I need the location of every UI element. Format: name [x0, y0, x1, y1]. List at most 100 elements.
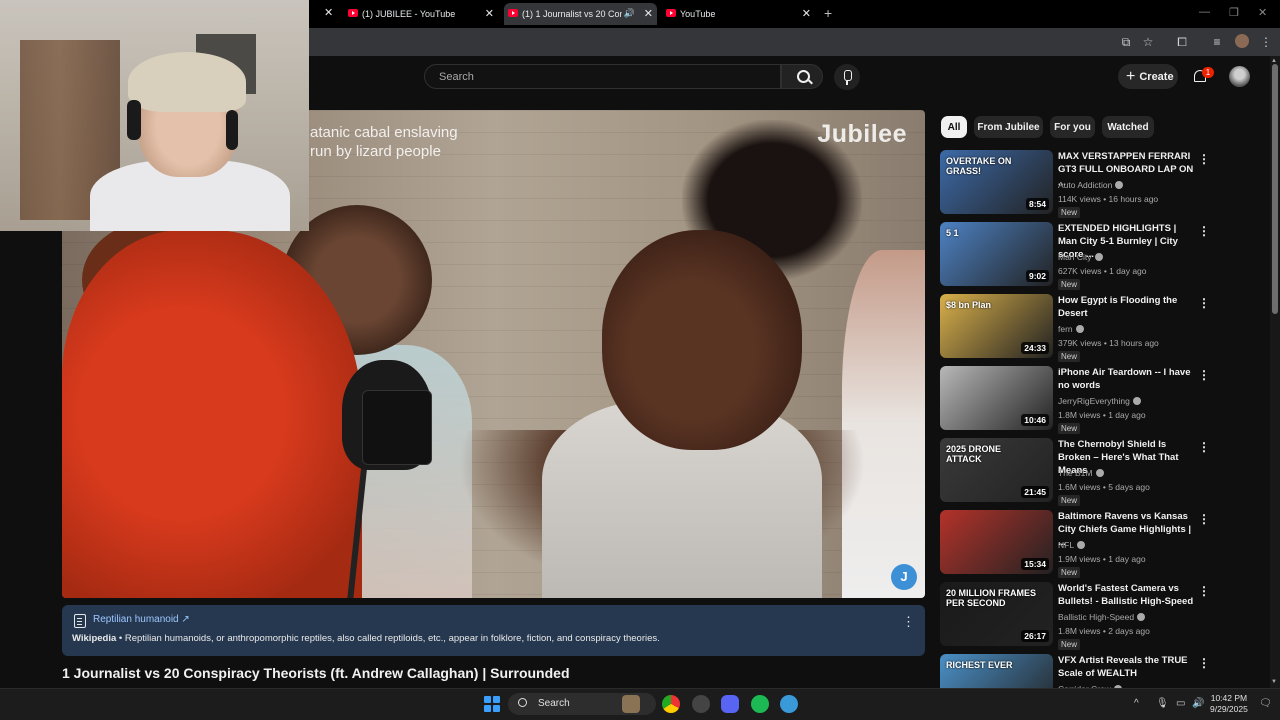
microphone-icon[interactable]: 🎙 — [1156, 698, 1169, 709]
audio-playing-icon[interactable]: 🔊 — [624, 8, 635, 19]
channel-name[interactable]: Man City — [1058, 252, 1103, 262]
more-options-icon[interactable]: ⋮ — [902, 614, 915, 630]
video-thumbnail[interactable]: 15:34 — [940, 510, 1053, 574]
video-thumbnail[interactable]: 10:46 — [940, 366, 1053, 430]
channel-name[interactable]: Auto Addiction — [1058, 180, 1124, 190]
caption-line: atanic cabal enslaving — [310, 124, 458, 141]
recommendation-item[interactable]: 5 1 9:02 EXTENDED HIGHLIGHTS | Man City … — [940, 222, 1210, 290]
scroll-up-icon[interactable]: ▲ — [1271, 58, 1277, 64]
video-thumbnail[interactable]: OVERTAKE ON GRASS! 8:54 — [940, 150, 1053, 214]
youtube-favicon-icon — [348, 9, 358, 17]
chip-from-jubilee[interactable]: From Jubilee — [974, 116, 1043, 138]
more-options-icon[interactable]: ⋮ — [1198, 152, 1210, 166]
close-tab-icon[interactable]: ✕ — [485, 7, 494, 20]
bookmark-star-icon[interactable]: ☆ — [1141, 35, 1155, 49]
channel-logo-icon[interactable]: J — [891, 564, 917, 590]
recommendation-item[interactable]: OVERTAKE ON GRASS! 8:54 MAX VERSTAPPEN F… — [940, 150, 1210, 218]
chip-all[interactable]: All — [941, 116, 967, 138]
close-window-icon[interactable]: ✕ — [1258, 6, 1267, 19]
more-options-icon[interactable]: ⋮ — [1198, 440, 1210, 454]
info-topic-link[interactable]: Reptilian humanoid ↗ — [93, 614, 190, 625]
network-icon[interactable]: ▭ — [1176, 698, 1185, 709]
minimize-icon[interactable]: — — [1199, 6, 1210, 18]
system-clock[interactable]: 10:42 PM 9/29/2025 — [1210, 693, 1248, 715]
browser-menu-icon[interactable]: ⋮ — [1259, 35, 1273, 49]
account-avatar[interactable] — [1229, 66, 1250, 87]
channel-label: Ballistic High-Speed — [1058, 612, 1135, 622]
more-options-icon[interactable]: ⋮ — [1198, 368, 1210, 382]
close-tab-icon[interactable]: ✕ — [324, 6, 333, 19]
create-label: Create — [1139, 70, 1174, 83]
more-options-icon[interactable]: ⋮ — [1198, 296, 1210, 310]
video-meta: 379K views • 13 hours ago — [1058, 338, 1159, 348]
volume-icon[interactable]: 🔊 — [1192, 698, 1204, 709]
more-options-icon[interactable]: ⋮ — [1198, 656, 1210, 670]
channel-name[interactable]: JerryRigEverything — [1058, 396, 1141, 406]
discord-icon[interactable] — [721, 695, 739, 713]
recommendation-item[interactable]: 15:34 Baltimore Ravens vs Kansas City Ch… — [940, 510, 1210, 578]
video-thumbnail[interactable]: 20 MILLION FRAMES PER SECOND 26:17 — [940, 582, 1053, 646]
taskbar-app-icon[interactable] — [692, 695, 710, 713]
recommendation-title[interactable]: How Egypt is Flooding the Desert — [1058, 294, 1194, 320]
new-tab-icon[interactable]: + — [824, 5, 832, 21]
scrollbar-thumb[interactable] — [1272, 64, 1278, 314]
extensions-icon[interactable]: ⧠ — [1175, 35, 1189, 49]
recommendation-item[interactable]: $8 bn Plan 24:33 How Egypt is Flooding t… — [940, 294, 1210, 362]
channel-label: Man City — [1058, 252, 1092, 262]
document-icon — [74, 614, 86, 628]
caption-line: run by lizard people — [310, 143, 441, 160]
recommendation-item[interactable]: 20 MILLION FRAMES PER SECOND 26:17 World… — [940, 582, 1210, 650]
chrome-icon[interactable] — [662, 695, 680, 713]
new-badge: New — [1058, 423, 1081, 434]
recommendation-title[interactable]: VFX Artist Reveals the TRUE Scale of WEA… — [1058, 654, 1194, 680]
video-caption-overlay: atanic cabal enslaving run by lizard peo… — [310, 123, 458, 161]
video-thumbnail[interactable]: 2025 DRONE ATTACK 21:45 — [940, 438, 1053, 502]
spotify-icon[interactable] — [751, 695, 769, 713]
search-button[interactable] — [781, 64, 823, 89]
chip-watched[interactable]: Watched — [1102, 116, 1154, 138]
video-thumbnail[interactable]: $8 bn Plan 24:33 — [940, 294, 1053, 358]
chip-for-you[interactable]: For you — [1050, 116, 1095, 138]
recommendation-item[interactable]: 10:46 iPhone Air Teardown -- I have no w… — [940, 366, 1210, 434]
more-options-icon[interactable]: ⋮ — [1198, 584, 1210, 598]
media-control-icon[interactable]: ≡ — [1210, 35, 1224, 49]
tab-current-video[interactable]: (1) 1 Journalist vs 20 Consp 🔊 ✕ — [504, 3, 657, 25]
recommendation-title[interactable]: World's Fastest Camera vs Bullets! - Bal… — [1058, 582, 1194, 608]
voice-search-button[interactable] — [834, 64, 860, 90]
video-duration: 21:45 — [1021, 486, 1049, 498]
taskbar-app-icon[interactable] — [780, 695, 798, 713]
profile-avatar[interactable] — [1235, 34, 1249, 48]
taskbar-app-icon[interactable] — [622, 695, 640, 713]
video-meta: 1.9M views • 1 day ago — [1058, 554, 1146, 564]
webcam-overlay — [0, 0, 309, 231]
close-tab-icon[interactable]: ✕ — [802, 7, 811, 20]
video-frame-figure — [62, 230, 362, 598]
install-app-icon[interactable]: ⧉ — [1119, 35, 1133, 49]
notifications-icon[interactable]: 🗨 — [1259, 698, 1272, 709]
tab-jubilee[interactable]: (1) JUBILEE - YouTube ✕ — [344, 3, 498, 25]
video-title: 1 Journalist vs 20 Conspiracy Theorists … — [62, 665, 570, 681]
plus-icon: + — [1126, 67, 1136, 85]
verified-icon — [1115, 181, 1124, 189]
channel-name[interactable]: NFL — [1058, 540, 1086, 550]
start-button[interactable] — [484, 696, 500, 712]
create-button[interactable]: + Create — [1118, 64, 1178, 89]
page-scrollbar[interactable] — [1270, 56, 1280, 688]
more-options-icon[interactable]: ⋮ — [1198, 512, 1210, 526]
close-tab-icon[interactable]: ✕ — [644, 7, 653, 20]
thumbnail-text: 5 1 — [946, 228, 959, 238]
recommendation-item[interactable]: 2025 DRONE ATTACK 21:45 The Chernobyl Sh… — [940, 438, 1210, 506]
video-thumbnail[interactable]: 5 1 9:02 — [940, 222, 1053, 286]
video-duration: 24:33 — [1021, 342, 1049, 354]
tray-overflow-icon[interactable]: ^ — [1134, 698, 1139, 709]
channel-name[interactable]: Ballistic High-Speed — [1058, 612, 1146, 622]
verified-icon — [1095, 469, 1104, 477]
scroll-down-icon[interactable]: ▼ — [1271, 679, 1277, 685]
search-input[interactable]: Search — [424, 64, 781, 89]
channel-name[interactable]: fern — [1058, 324, 1084, 334]
channel-name[interactable]: The B1M — [1058, 468, 1104, 478]
tab-youtube[interactable]: YouTube ✕ — [662, 3, 815, 25]
recommendation-title[interactable]: iPhone Air Teardown -- I have no words — [1058, 366, 1194, 392]
maximize-icon[interactable]: ❐ — [1229, 6, 1239, 19]
more-options-icon[interactable]: ⋮ — [1198, 224, 1210, 238]
